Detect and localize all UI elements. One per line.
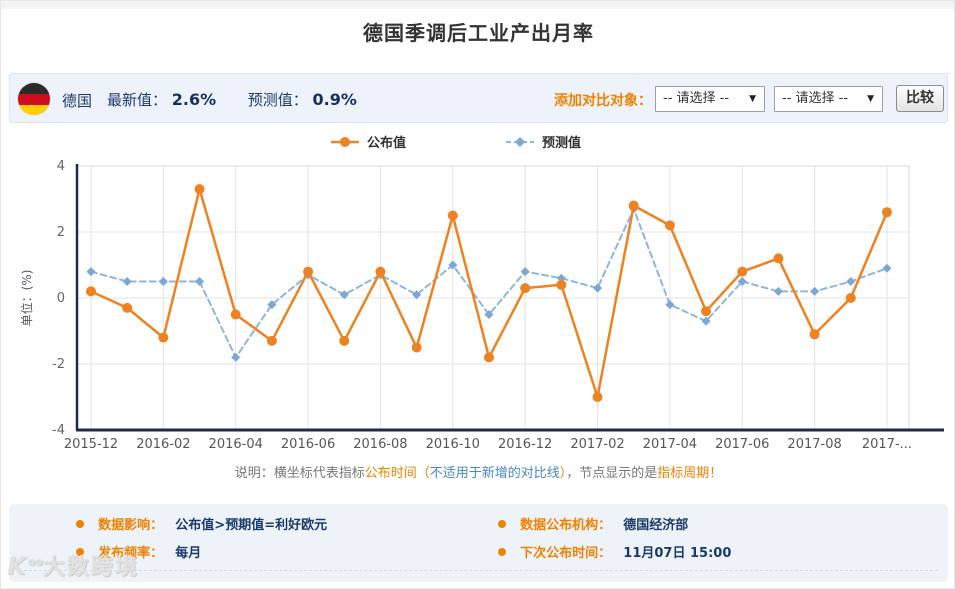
logo-icon: K: [7, 552, 28, 580]
svg-text:2017-02: 2017-02: [570, 437, 624, 452]
note-segment: 不适用于新增的对比线: [429, 466, 560, 481]
bullet-icon: [498, 520, 506, 528]
note-segment: ，节点显示的是: [566, 466, 658, 481]
note-segment: 说明：横坐标代表指标: [234, 466, 365, 481]
svg-text:-2: -2: [52, 357, 65, 372]
info-item-next-release: 下次公布时间： 11月07日 15:00: [498, 544, 731, 564]
site-watermark-logo: Koo大数跨境: [7, 549, 139, 581]
info-value: 公布值>预期值=利好欧元: [175, 518, 328, 533]
note-segment: （: [416, 466, 430, 481]
country-name: 德国: [62, 92, 93, 110]
svg-text:2017-06: 2017-06: [715, 437, 769, 452]
add-compare-label: 添加对比对象：: [554, 93, 652, 109]
svg-text:2016-12: 2016-12: [498, 437, 552, 452]
header-bar: 德国 最新值： 2.6% 预测值： 0.9% 添加对比对象： -- 请选择 --…: [9, 73, 948, 123]
note-segment: 公布时间: [364, 466, 417, 481]
info-item-data-impact: 数据影响： 公布值>预期值=利好欧元: [76, 516, 327, 536]
germany-flag-icon: [18, 83, 50, 115]
bullet-icon: [76, 520, 84, 528]
svg-text:2017-04: 2017-04: [643, 437, 697, 452]
header-stats: 最新值： 2.6% 预测值： 0.9%: [107, 89, 357, 110]
forecast-value: 0.9%: [312, 90, 357, 109]
svg-text:2015-12: 2015-12: [64, 437, 118, 452]
svg-text:公布值: 公布值: [367, 135, 406, 151]
svg-text:2016-10: 2016-10: [426, 437, 480, 452]
info-label: 下次公布时间：: [520, 546, 612, 561]
footer-info-panel: 数据影响： 公布值>预期值=利好欧元 发布频率： 每月 数据公布机构： 德国经济…: [9, 504, 948, 582]
chart-svg[interactable]: 4 2 0 -2 -42015-12 2016-02 2016-04 2016-06 2016-…: [1, 126, 955, 456]
bullet-icon: [498, 548, 506, 556]
svg-text:2: 2: [57, 225, 65, 240]
flag-stripe-black: [18, 83, 50, 94]
latest-value: 2.6%: [171, 90, 217, 109]
svg-text:2017-...: 2017-...: [862, 437, 912, 452]
compare-select-2-value: -- 请选择 --: [782, 91, 849, 106]
svg-text:2016-04: 2016-04: [209, 437, 263, 452]
note-segment: 指标周期！: [657, 466, 723, 481]
svg-text:4: 4: [57, 159, 65, 174]
line-chart[interactable]: 4 2 0 -2 -4 2015-12 2016-02 2016-04 2016-06 2016-…: [1, 126, 955, 456]
svg-text:单位：(%): 单位：(%): [19, 270, 34, 327]
svg-text:2016-08: 2016-08: [353, 437, 407, 452]
compare-select-2[interactable]: -- 请选择 -- ▼: [774, 86, 883, 112]
latest-value-label: 最新值：: [107, 91, 168, 109]
info-value: 11月07日 15:00: [623, 546, 732, 561]
dashed-divider: [19, 570, 938, 571]
svg-text:2017-08: 2017-08: [787, 437, 841, 452]
watermark-text: 大数跨境: [42, 555, 139, 580]
svg-text:-4: -4: [52, 423, 65, 438]
chevron-down-icon: ▼: [749, 94, 756, 104]
compare-select-1[interactable]: -- 请选择 -- ▼: [655, 86, 765, 112]
compare-select-1-value: -- 请选择 --: [663, 91, 730, 106]
info-value: 德国经济部: [623, 518, 689, 533]
compare-button[interactable]: 比较: [896, 85, 944, 112]
svg-text:2016-02: 2016-02: [136, 437, 190, 452]
info-label: 数据影响：: [98, 518, 164, 533]
top-band: [1, 1, 954, 9]
page: 德国季调后工业产出月率 德国 最新值： 2.6% 预测值： 0.9% 添加对比对…: [0, 0, 955, 589]
svg-text:预测值: 预测值: [542, 135, 581, 151]
info-item-agency: 数据公布机构： 德国经济部: [498, 516, 688, 536]
info-label: 数据公布机构：: [520, 518, 612, 533]
logo-icon: oo: [27, 555, 43, 568]
svg-text:0: 0: [57, 291, 65, 306]
flag-stripe-gold: [18, 105, 50, 115]
chevron-down-icon: ▼: [867, 94, 874, 104]
chart-note: 说明：横坐标代表指标公布时间（不适用于新增的对比线），节点显示的是指标周期！: [1, 462, 954, 481]
svg-text:2016-06: 2016-06: [281, 437, 335, 452]
info-value: 每月: [175, 546, 202, 561]
flag-stripe-red: [18, 94, 50, 105]
page-title: 德国季调后工业产出月率: [363, 21, 594, 45]
forecast-value-label: 预测值：: [247, 91, 308, 109]
